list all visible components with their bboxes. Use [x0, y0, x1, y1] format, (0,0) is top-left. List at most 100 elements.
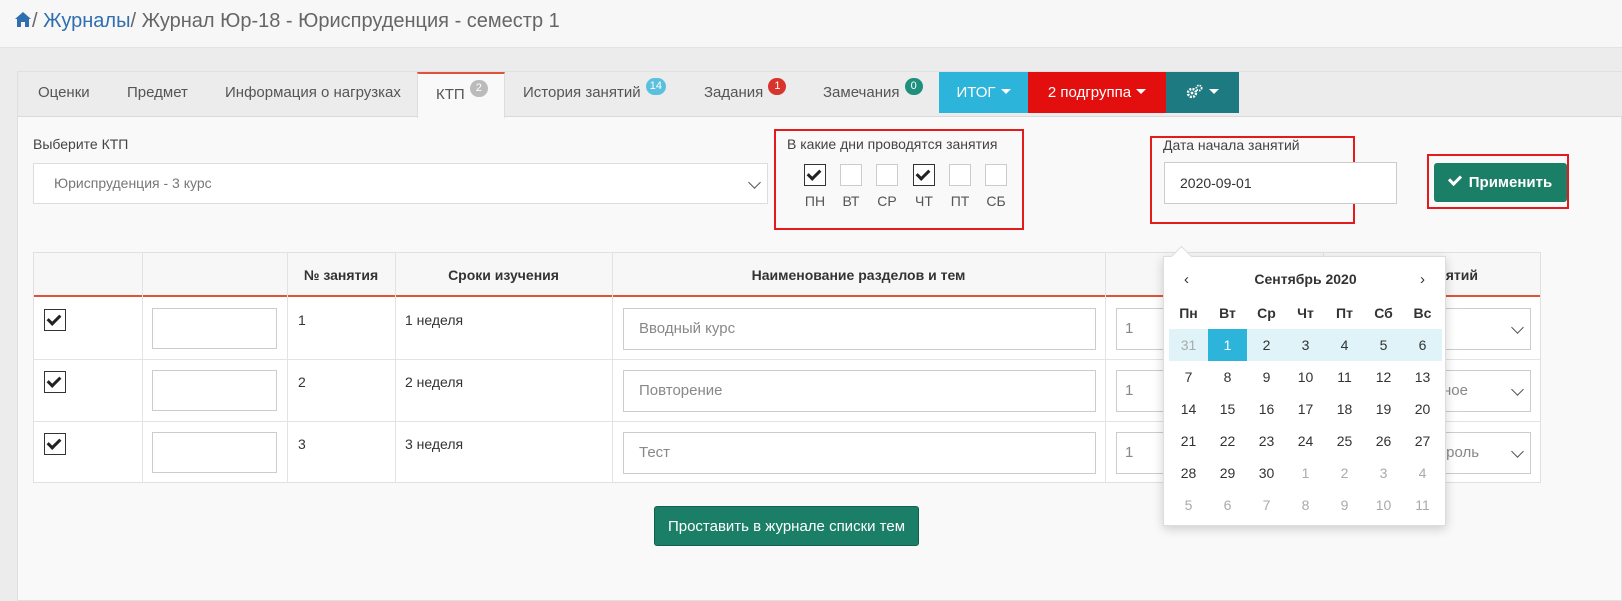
- calendar-day[interactable]: 20: [1403, 393, 1442, 425]
- tab-grades[interactable]: Оценки: [38, 72, 90, 117]
- tab-bar: Оценки Предмет Информация о нагрузках КТ…: [18, 72, 1622, 118]
- day-checkbox-fri[interactable]: ПТ: [949, 164, 971, 209]
- calendar-day[interactable]: 2: [1325, 457, 1364, 489]
- day-label: ВТ: [842, 193, 860, 209]
- calendar-day[interactable]: 23: [1247, 425, 1286, 457]
- day-checkbox-sat[interactable]: СБ: [985, 164, 1007, 209]
- next-month-button[interactable]: ›: [1420, 271, 1425, 288]
- topic-input[interactable]: Вводный курс: [623, 308, 1096, 350]
- calendar-day[interactable]: 25: [1325, 425, 1364, 457]
- days-label: В какие дни проводятся занятия: [787, 136, 998, 152]
- settings-dropdown-button[interactable]: [1166, 72, 1239, 113]
- calendar-day[interactable]: 14: [1169, 393, 1208, 425]
- row-checkbox[interactable]: [44, 309, 66, 331]
- day-checkbox-tue[interactable]: ВТ: [840, 164, 862, 209]
- lesson-number: 2: [298, 374, 306, 390]
- datepicker-title[interactable]: Сентябрь 2020: [1164, 271, 1447, 287]
- calendar-day[interactable]: 26: [1364, 425, 1403, 457]
- calendar-day[interactable]: 17: [1286, 393, 1325, 425]
- calendar-day[interactable]: 21: [1169, 425, 1208, 457]
- calendar-day[interactable]: 19: [1364, 393, 1403, 425]
- ktp-select-value: Юриспруденция - 3 курс: [54, 175, 212, 191]
- weekday-label: Чт: [1297, 305, 1314, 321]
- weekday-label: Пн: [1179, 305, 1198, 321]
- calendar-day[interactable]: 31: [1169, 329, 1208, 361]
- column-divider: [612, 253, 613, 482]
- calendar-day[interactable]: 6: [1208, 489, 1247, 521]
- calendar-day[interactable]: 10: [1364, 489, 1403, 521]
- tab-label: Задания: [704, 84, 764, 101]
- calendar-day[interactable]: 13: [1403, 361, 1442, 393]
- calendar-day[interactable]: 29: [1208, 457, 1247, 489]
- calendar-day[interactable]: 15: [1208, 393, 1247, 425]
- apply-button[interactable]: Применить: [1434, 163, 1567, 202]
- tab-ktp[interactable]: КТП 2: [417, 72, 505, 118]
- itog-dropdown-button[interactable]: ИТОГ: [939, 72, 1028, 113]
- study-period: 2 неделя: [405, 374, 464, 390]
- subgroup-dropdown-button[interactable]: 2 подгруппа: [1028, 72, 1166, 113]
- calendar-day[interactable]: 24: [1286, 425, 1325, 457]
- fill-topics-button[interactable]: Проставить в журнале списки тем: [654, 506, 919, 546]
- calendar-day[interactable]: 7: [1169, 361, 1208, 393]
- ktp-select[interactable]: Юриспруденция - 3 курс: [33, 163, 768, 204]
- tab-lesson-history[interactable]: История занятий 14: [523, 72, 667, 117]
- calendar-week-row: 21 22 23 24 25 26 27: [1169, 425, 1442, 457]
- calendar-week-row: 7 8 9 10 11 12 13: [1169, 361, 1442, 393]
- weekday-label: Вт: [1219, 305, 1236, 321]
- calendar-day[interactable]: 28: [1169, 457, 1208, 489]
- calendar-day[interactable]: 10: [1286, 361, 1325, 393]
- day-label: СР: [877, 193, 897, 209]
- caret-down-icon: [1136, 89, 1147, 94]
- day-label: ЧТ: [915, 193, 933, 209]
- tab-label: Оценки: [38, 84, 90, 101]
- day-checkbox-mon[interactable]: ПН: [804, 164, 826, 209]
- calendar-day[interactable]: 5: [1364, 329, 1403, 361]
- calendar-day[interactable]: 30: [1247, 457, 1286, 489]
- calendar-day[interactable]: 27: [1403, 425, 1442, 457]
- calendar-day[interactable]: 4: [1325, 329, 1364, 361]
- calendar-day[interactable]: 6: [1403, 329, 1442, 361]
- calendar-week-row: 5 6 7 8 9 10 11: [1169, 489, 1442, 521]
- start-date-input[interactable]: 2020-09-01: [1164, 162, 1397, 204]
- lesson-number: 1: [298, 312, 306, 328]
- calendar-day[interactable]: 5: [1169, 489, 1208, 521]
- chevron-down-icon: [1511, 445, 1524, 458]
- calendar-day[interactable]: 9: [1325, 489, 1364, 521]
- calendar-day[interactable]: 11: [1325, 361, 1364, 393]
- datepicker-grid: Пн Вт Ср Чт Пт Сб Вс 31 1 2 3 4 5 6 7 8 9 10 11 12 13 14 15 16 1…: [1169, 297, 1442, 521]
- column-header-lesson-number: № занятия: [303, 267, 379, 283]
- calendar-day[interactable]: 16: [1247, 393, 1286, 425]
- day-checkbox-thu[interactable]: ЧТ: [913, 164, 935, 209]
- row-checkbox[interactable]: [44, 433, 66, 455]
- row-checkbox[interactable]: [44, 371, 66, 393]
- calendar-day[interactable]: 3: [1286, 329, 1325, 361]
- calendar-day[interactable]: 3: [1364, 457, 1403, 489]
- calendar-day[interactable]: 22: [1208, 425, 1247, 457]
- row-field[interactable]: [152, 370, 277, 411]
- calendar-day[interactable]: 8: [1286, 489, 1325, 521]
- calendar-day[interactable]: 11: [1403, 489, 1442, 521]
- calendar-day[interactable]: 4: [1403, 457, 1442, 489]
- calendar-day[interactable]: 18: [1325, 393, 1364, 425]
- calendar-day[interactable]: 1: [1208, 329, 1247, 361]
- home-icon[interactable]: [14, 11, 32, 29]
- tab-tasks[interactable]: Задания 1: [704, 72, 787, 117]
- calendar-day[interactable]: 1: [1286, 457, 1325, 489]
- breadcrumb-link-journals[interactable]: Журналы: [43, 10, 130, 32]
- calendar-day[interactable]: 8: [1208, 361, 1247, 393]
- row-field[interactable]: [152, 432, 277, 473]
- topic-input[interactable]: Тест: [623, 432, 1096, 474]
- day-checkbox-wed[interactable]: СР: [876, 164, 898, 209]
- calendar-day[interactable]: 7: [1247, 489, 1286, 521]
- calendar-day[interactable]: 9: [1247, 361, 1286, 393]
- weekday-label: Вс: [1413, 305, 1432, 321]
- calendar-day[interactable]: 12: [1364, 361, 1403, 393]
- topic-input[interactable]: Повторение: [623, 370, 1096, 412]
- weekday-header-row: Пн Вт Ср Чт Пт Сб Вс: [1169, 297, 1442, 329]
- tab-remarks[interactable]: Замечания 0: [823, 72, 923, 117]
- tab-subject[interactable]: Предмет: [127, 72, 188, 117]
- calendar-day[interactable]: 2: [1247, 329, 1286, 361]
- day-label: СБ: [986, 193, 1006, 209]
- row-field[interactable]: [152, 308, 277, 349]
- tab-load-info[interactable]: Информация о нагрузках: [225, 72, 401, 117]
